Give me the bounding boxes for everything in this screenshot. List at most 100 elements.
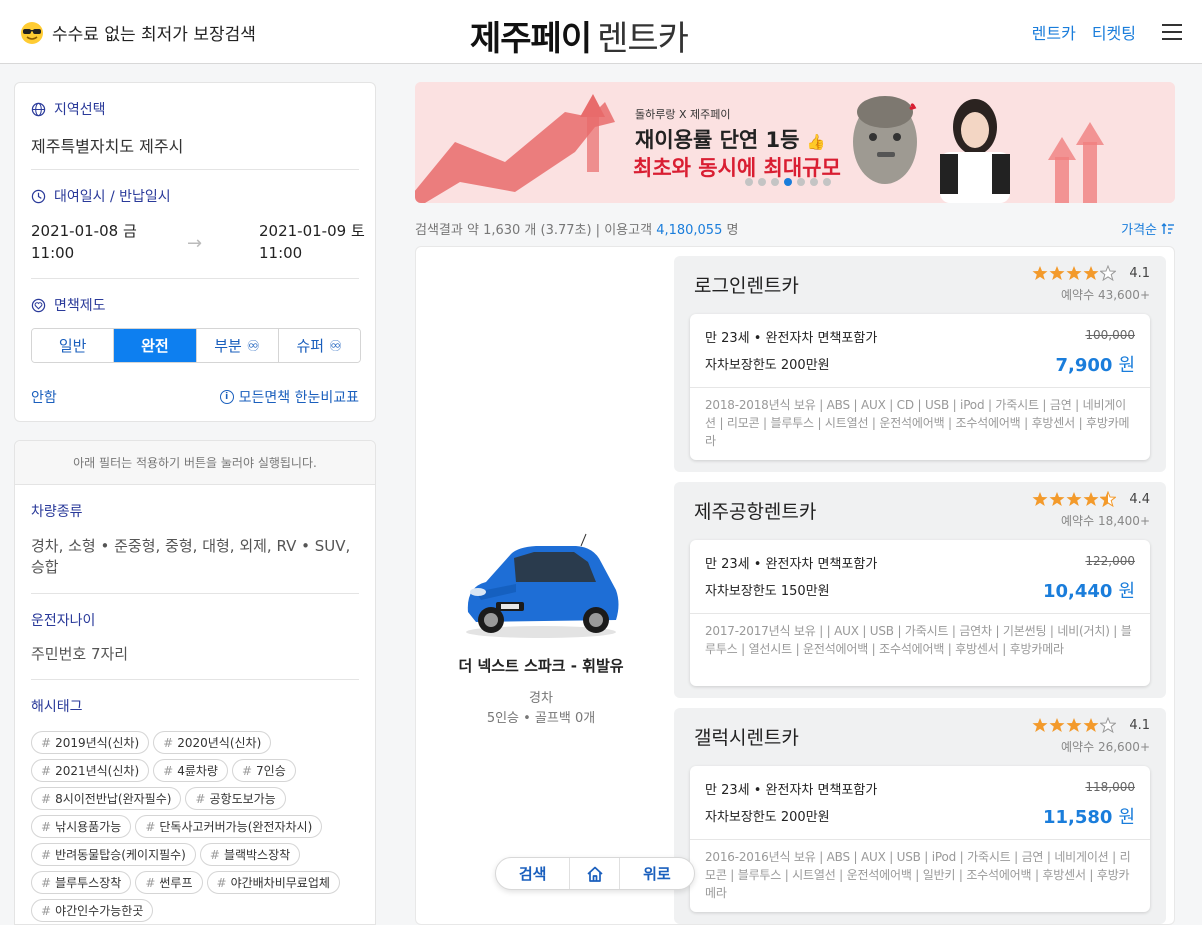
car-result-panel: 더 넥스트 스파크 - 휘발유 경차 5인승 • 골프백 0개 로그인렌트카 4.… [415, 246, 1175, 925]
star-icon [1049, 266, 1065, 280]
search-conditions-card: 지역선택 제주특별자치도 제주시 대여일시 / 반납일시 2021-01-08 … [14, 82, 376, 422]
hashtag-label: 2019년식(신차) [55, 736, 140, 750]
site-logo[interactable]: 제주페이 렌트카 [470, 11, 689, 60]
carousel-dots [745, 178, 831, 186]
hashtag-chip[interactable]: # 야간배차비무료업체 [206, 871, 340, 894]
company-name[interactable]: 제주공항렌트카 [694, 497, 816, 524]
hashtag-label: 7인승 [256, 764, 286, 778]
hashtag-chip[interactable]: #2020년식(신차) [153, 731, 272, 754]
car-spec: 5인승 • 골프백 0개 [486, 711, 596, 726]
rating-value: 4.1 [1129, 266, 1150, 281]
star-icon [1083, 492, 1099, 506]
hashtag-chip[interactable]: # 낚시용품가능 [31, 815, 132, 838]
logo-bold: 제주페이 [470, 19, 592, 59]
insurance-option-super[interactable]: 슈퍼 ♾ [278, 329, 360, 362]
hashtag-chip[interactable]: #4륜차량 [153, 759, 228, 782]
banner-headline-text: 재이용률 단연 1등 [635, 128, 800, 152]
sunglasses-emoji-icon [21, 21, 43, 44]
car-image[interactable] [456, 532, 626, 642]
price-unit: 원 [1118, 355, 1135, 376]
hashtag-label: 낚시용품가능 [55, 820, 122, 834]
hashtag-chip[interactable]: # 블루투스장착 [31, 871, 132, 894]
rental-title-text: 대여일시 / 반납일시 [54, 189, 171, 205]
car-type-value[interactable]: 경차, 소형 • 준중형, 중형, 대형, 외제, RV • SUV, 승합 [31, 536, 351, 578]
company-name[interactable]: 로그인렌트카 [694, 271, 799, 298]
hashtag-label: 4륜차량 [177, 764, 218, 778]
car-options: 2016-2016년식 보유 | ABS | AUX | USB | iPod … [705, 850, 1131, 900]
customer-unit: 명 [726, 223, 739, 238]
carousel-dot[interactable] [758, 178, 766, 186]
carousel-dot[interactable] [745, 178, 753, 186]
hash-icon: # [216, 875, 227, 890]
hashtag-chip[interactable]: # 단독사고커버가능(완전자차시) [135, 815, 323, 838]
return-datetime[interactable]: 2021-01-09 토 11:00 [259, 220, 365, 264]
price-unit: 원 [1118, 807, 1135, 828]
divider [690, 613, 1150, 614]
no-insurance-link[interactable]: 안함 [31, 387, 57, 407]
booking-count: 예약수 18,400+ [1061, 514, 1150, 528]
hashtag-label: 야간인수가능한곳 [55, 904, 144, 918]
hamburger-menu-icon[interactable] [1162, 24, 1182, 40]
driver-age-value[interactable]: 주민번호 7자리 [31, 644, 351, 665]
price-offer-card[interactable]: 만 23세 • 완전자차 면책포함가 자차보장한도 150만원 122,000 10,… [690, 540, 1150, 686]
hashtag-chip[interactable]: #7인승 [231, 759, 296, 782]
results-count: 검색결과 약 1,630 개 (3.77초) | 이용고객 [415, 223, 653, 238]
price-offer-card[interactable]: 만 23세 • 완전자차 면책포함가 자차보장한도 200만원 118,000 11,… [690, 766, 1150, 912]
hashtag-chip[interactable]: # 야간인수가능한곳 [31, 899, 154, 922]
star-rating [1032, 717, 1116, 733]
insurance-option-full[interactable]: 완전 [114, 329, 197, 362]
star-icon [1100, 717, 1116, 733]
hashtag-chip[interactable]: #2019년식(신차) [31, 731, 150, 754]
nav-rentcar[interactable]: 렌트카 [1032, 20, 1076, 44]
hashtag-label: 블랙박스장착 [223, 848, 291, 862]
banner-headline: 재이용률 단연 1등 👍 [635, 124, 825, 154]
carousel-dot[interactable] [823, 178, 831, 186]
price-offer-card[interactable]: 만 23세 • 완전자차 면책포함가 자차보장한도 200만원 100,000 7,9… [690, 314, 1150, 460]
insurance-section-title: 면책제도 [31, 295, 106, 315]
sort-button[interactable]: 가격순 [1121, 219, 1175, 238]
banner-subtitle: 돌하루랑 X 제주페이 [635, 108, 731, 121]
home-button[interactable] [570, 858, 620, 889]
header: 수수료 없는 최저가 보장검색 제주페이 렌트카 렌트카 티켓팅 [0, 0, 1202, 64]
offer-coverage: 자차보장한도 200만원 [705, 358, 830, 373]
customer-count: 4,180,055 [656, 223, 723, 238]
sale-price: 11,580 원 [1043, 803, 1135, 829]
carousel-dot[interactable] [784, 178, 792, 186]
hashtag-chip[interactable]: # 반려동물탑승(케이지필수) [31, 843, 196, 866]
region-value[interactable]: 제주특별자치도 제주시 [31, 133, 183, 157]
hashtag-chip[interactable]: # 블랙박스장착 [199, 843, 301, 866]
company-name[interactable]: 갤럭시렌트카 [694, 723, 799, 750]
car-name[interactable]: 더 넥스트 스파크 - 휘발유 [416, 655, 666, 676]
scroll-top-button[interactable]: 위로 [620, 858, 694, 889]
carousel-dot[interactable] [797, 178, 805, 186]
hashtag-chip[interactable]: #2021년식(신차) [31, 759, 150, 782]
hashtag-chip[interactable]: #8시이전반납(완자필수) [31, 787, 182, 810]
hash-icon: # [41, 791, 52, 806]
rental-company-card[interactable]: 갤럭시렌트카 4.1 예약수 26,600+ 만 23세 • 완전자차 면책포함가 자차… [674, 708, 1166, 924]
hashtag-chip[interactable]: # 썬루프 [135, 871, 203, 894]
insurance-option-basic[interactable]: 일반 [32, 329, 115, 362]
carousel-dot[interactable] [810, 178, 818, 186]
star-icon [1032, 492, 1048, 506]
pickup-datetime[interactable]: 2021-01-08 금 11:00 [31, 220, 137, 264]
search-button[interactable]: 검색 [496, 858, 571, 889]
divider [690, 387, 1150, 388]
results-summary: 검색결과 약 1,630 개 (3.77초) | 이용고객 4,180,055 … [415, 219, 738, 238]
rental-company-card[interactable]: 제주공항렌트카 4.4 예약수 18,400+ 만 23세 • 완전자차 면책포함가 자… [674, 482, 1166, 698]
info-icon: i [219, 390, 234, 404]
sort-icon [1161, 222, 1174, 234]
compare-insurance-link[interactable]: i 모든면책 한눈비교표 [219, 387, 359, 407]
sale-price: 7,900 원 [1056, 351, 1136, 377]
nav-ticketing[interactable]: 티켓팅 [1092, 20, 1136, 44]
divider [31, 278, 359, 279]
carousel-dot[interactable] [771, 178, 779, 186]
sale-price: 10,440 원 [1043, 577, 1135, 603]
hashtag-chip[interactable]: # 공항도보가능 [185, 787, 286, 810]
insurance-title-text: 면책제도 [54, 298, 106, 314]
rental-company-card[interactable]: 로그인렌트카 4.1 예약수 43,600+ 만 23세 • 완전자차 면책포함가 자차… [674, 256, 1166, 472]
hashtag-label: 단독사고커버가능(완전자차시) [159, 820, 313, 834]
promo-banner[interactable]: ♥ 돌하루랑 X 제주페이 재이용률 단연 1등 👍 최초와 동시에 최대규모 [415, 82, 1175, 203]
original-price: 100,000 [1085, 328, 1135, 342]
insurance-option-partial[interactable]: 부분 ♾ [196, 329, 279, 362]
star-icon [1032, 266, 1048, 280]
